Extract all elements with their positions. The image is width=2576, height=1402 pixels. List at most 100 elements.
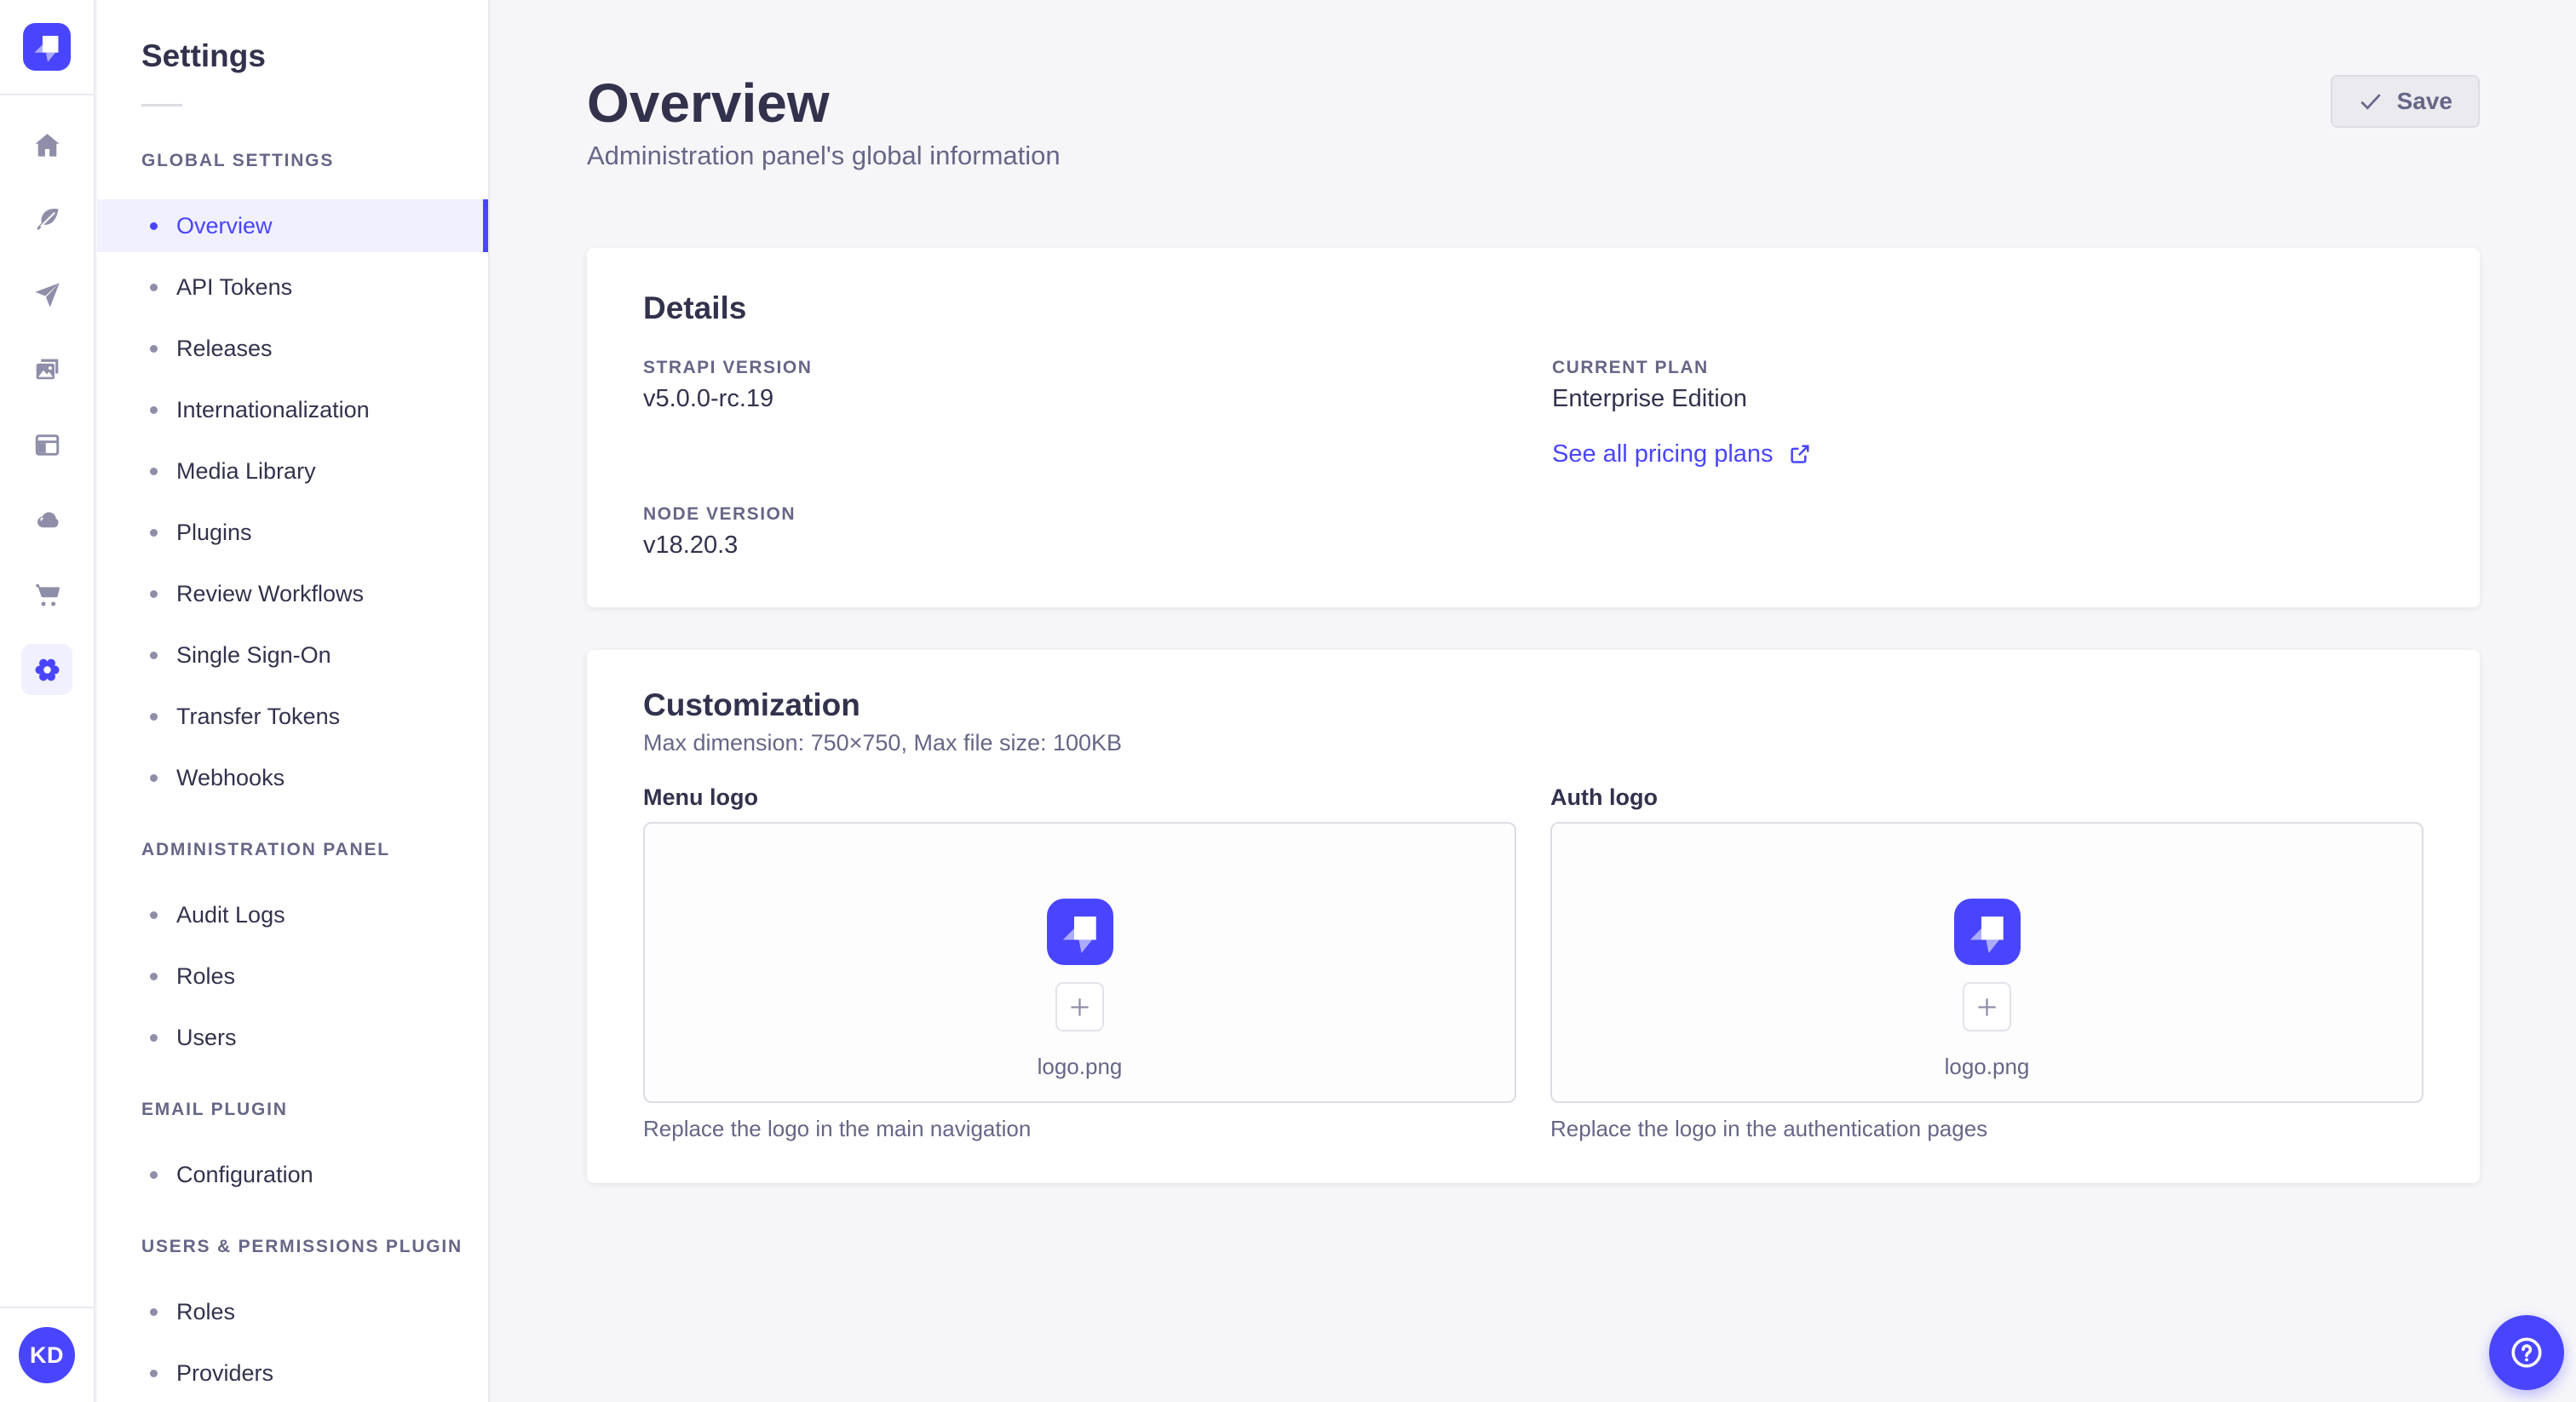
nav-section-label: GLOBAL SETTINGS bbox=[141, 151, 335, 170]
sidebar-item-review-workflows[interactable]: Review Workflows bbox=[97, 567, 488, 620]
field-value: v5.0.0-rc.19 bbox=[643, 385, 774, 412]
menu-logo-dropzone: logo.png bbox=[643, 822, 1516, 1103]
sidebar-item-label: Users bbox=[176, 1024, 237, 1050]
marketplace-cart-icon[interactable] bbox=[21, 569, 72, 620]
help-button[interactable] bbox=[2489, 1315, 2564, 1390]
nav-items: Overview API Tokens Releases Internationali… bbox=[97, 199, 488, 804]
settings-gear-icon[interactable] bbox=[21, 644, 72, 695]
sidebar-item-internationalization[interactable]: Internationalization bbox=[97, 383, 488, 436]
bullet-dot bbox=[150, 528, 158, 537]
settings-subnav: Settings GLOBAL SETTINGS Overview API Toke… bbox=[97, 0, 490, 1402]
sidebar-item-users[interactable]: Users bbox=[97, 1011, 488, 1064]
page-header: Overview Administration panel's global i… bbox=[492, 0, 2576, 173]
user-avatar[interactable]: KD bbox=[19, 1327, 75, 1383]
pricing-plans-link-label: See all pricing plans bbox=[1552, 440, 1774, 468]
sidebar-item-audit-logs[interactable]: Audit Logs bbox=[97, 888, 488, 941]
layout-icon[interactable] bbox=[21, 419, 72, 470]
details-card: Details STRAPI VERSION v5.0.0-rc.19 CURR… bbox=[587, 248, 2480, 607]
nav-section: GLOBAL SETTINGS Overview API Tokens Release… bbox=[97, 151, 488, 804]
bullet-dot bbox=[150, 972, 158, 980]
bullet-dot bbox=[150, 589, 158, 598]
pricing-plans-link[interactable]: See all pricing plans bbox=[1552, 439, 1813, 469]
plus-icon bbox=[1978, 997, 1996, 1016]
sidebar-item-releases[interactable]: Releases bbox=[97, 322, 488, 375]
menu-logo-label: Menu logo bbox=[643, 784, 758, 810]
sidebar-item-webhooks[interactable]: Webhooks bbox=[97, 751, 488, 804]
sidebar-item-single-sign-on[interactable]: Single Sign-On bbox=[97, 629, 488, 681]
settings-subnav-sections: GLOBAL SETTINGS Overview API Tokens Release… bbox=[97, 151, 488, 1399]
sidebar-item-label: Media Library bbox=[176, 457, 316, 484]
feather-icon[interactable] bbox=[21, 194, 72, 245]
field-value: Enterprise Edition bbox=[1552, 385, 1747, 412]
field-label: STRAPI VERSION bbox=[643, 358, 813, 377]
sidebar-item-label: Configuration bbox=[176, 1161, 313, 1187]
bullet-dot bbox=[150, 773, 158, 782]
bullet-dot bbox=[150, 467, 158, 475]
page-title: Overview bbox=[587, 72, 830, 134]
page-subtitle: Administration panel's global informatio… bbox=[587, 141, 1061, 170]
paper-plane-icon[interactable] bbox=[21, 269, 72, 320]
cloud-icon[interactable] bbox=[21, 494, 72, 545]
bullet-dot bbox=[150, 712, 158, 721]
sidebar-item-roles[interactable]: Roles bbox=[97, 1285, 488, 1338]
auth-logo-caption: Replace the logo in the authentication p… bbox=[1550, 1116, 1988, 1141]
add-logo-button[interactable] bbox=[1963, 982, 2011, 1031]
nav-section: ADMINISTRATION PANEL Audit Logs Roles Users bbox=[97, 840, 488, 1064]
sidebar-item-overview[interactable]: Overview bbox=[97, 199, 488, 252]
sidebar-item-label: Roles bbox=[176, 962, 236, 989]
sidebar-item-api-tokens[interactable]: API Tokens bbox=[97, 261, 488, 313]
sidebar-item-providers[interactable]: Providers bbox=[97, 1347, 488, 1399]
bullet-dot bbox=[150, 283, 158, 291]
sidebar-item-roles[interactable]: Roles bbox=[97, 950, 488, 1003]
bullet-dot bbox=[150, 911, 158, 919]
home-icon[interactable] bbox=[21, 119, 72, 170]
sidebar-item-transfer-tokens[interactable]: Transfer Tokens bbox=[97, 690, 488, 743]
sidebar-item-configuration[interactable]: Configuration bbox=[97, 1148, 488, 1201]
details-card-title: Details bbox=[643, 290, 747, 325]
nav-section: EMAIL PLUGIN Configuration bbox=[97, 1100, 488, 1201]
field-label: CURRENT PLAN bbox=[1552, 358, 1709, 377]
strapi-logo[interactable] bbox=[23, 23, 71, 71]
main-content: Overview Administration panel's global i… bbox=[492, 0, 2576, 1402]
sidebar-item-label: API Tokens bbox=[176, 273, 293, 300]
media-library-icon[interactable] bbox=[21, 344, 72, 395]
strapi-version-field: STRAPI VERSION v5.0.0-rc.19 bbox=[643, 357, 1515, 469]
customization-card: Customization Max dimension: 750×750, Ma… bbox=[587, 650, 2480, 1183]
bullet-dot bbox=[150, 221, 158, 230]
add-logo-button[interactable] bbox=[1055, 982, 1104, 1031]
menu-logo-tile: Menu logo logo.png Replace the logo in t… bbox=[643, 783, 1516, 1142]
save-button-label: Save bbox=[2396, 88, 2452, 114]
sidebar-item-label: Review Workflows bbox=[176, 580, 365, 606]
bullet-dot bbox=[150, 405, 158, 414]
divider bbox=[141, 104, 182, 106]
logo-uploads: Menu logo logo.png Replace the logo in t… bbox=[643, 783, 2424, 1142]
bullet-dot bbox=[150, 1369, 158, 1377]
external-link-icon bbox=[1790, 445, 1809, 463]
rail-logo-area bbox=[0, 0, 94, 95]
field-value: v18.20.3 bbox=[643, 531, 739, 559]
bullet-dot bbox=[150, 651, 158, 659]
plus-icon bbox=[1071, 997, 1089, 1016]
check-icon bbox=[2360, 94, 2381, 110]
save-button[interactable]: Save bbox=[2330, 75, 2480, 128]
sidebar-item-label: Overview bbox=[176, 212, 273, 238]
question-mark-icon bbox=[2511, 1337, 2542, 1368]
logo-filename: logo.png bbox=[1037, 1054, 1123, 1079]
rail-icon-list bbox=[21, 119, 72, 695]
nav-items: Audit Logs Roles Users bbox=[97, 888, 488, 1064]
sidebar-item-label: Single Sign-On bbox=[176, 641, 331, 668]
sidebar-item-plugins[interactable]: Plugins bbox=[97, 506, 488, 559]
sidebar-item-label: Roles bbox=[176, 1298, 236, 1324]
strapi-logo-thumbnail bbox=[1953, 899, 2021, 965]
current-plan-field: CURRENT PLAN Enterprise Edition See all … bbox=[1552, 357, 2424, 469]
bullet-dot bbox=[150, 1033, 158, 1042]
sidebar-item-label: Providers bbox=[176, 1359, 274, 1386]
main-nav-rail: KD bbox=[0, 0, 95, 1402]
sidebar-item-label: Plugins bbox=[176, 519, 252, 545]
auth-logo-dropzone: logo.png bbox=[1550, 822, 2424, 1103]
menu-logo-caption: Replace the logo in the main navigation bbox=[643, 1116, 1032, 1141]
bullet-dot bbox=[150, 1307, 158, 1316]
nav-items: Configuration bbox=[97, 1148, 488, 1201]
sidebar-item-media-library[interactable]: Media Library bbox=[97, 445, 488, 497]
bullet-dot bbox=[150, 344, 158, 353]
